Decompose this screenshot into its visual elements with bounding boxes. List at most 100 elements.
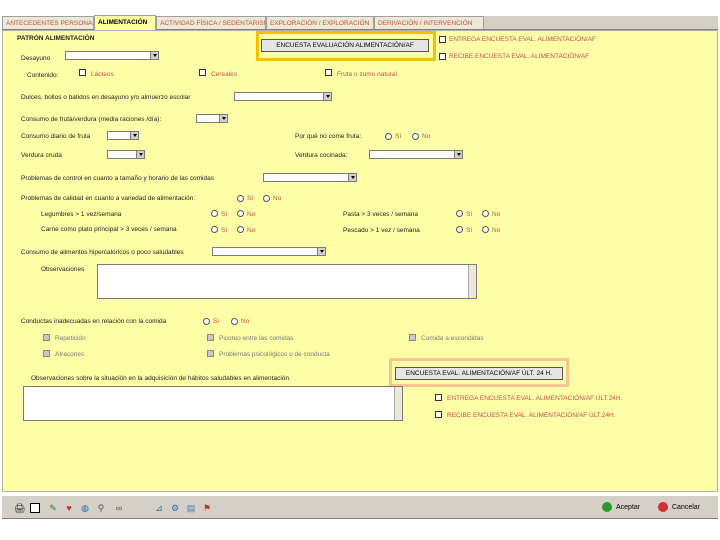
carne-si-label: Sí bbox=[221, 227, 228, 234]
desayuno-label: Desayuno bbox=[21, 55, 51, 62]
dulces-select[interactable] bbox=[234, 92, 332, 101]
tools-icon[interactable]: ⚙ bbox=[170, 503, 180, 513]
heart-icon[interactable]: ♥ bbox=[64, 503, 74, 513]
conductas-si-label: Sí bbox=[213, 318, 220, 325]
accept-label: Aceptar bbox=[616, 504, 641, 511]
pescado-no-label: No bbox=[492, 227, 501, 234]
lacteos-checkbox[interactable] bbox=[79, 69, 86, 76]
repeticion-checkbox[interactable] bbox=[43, 334, 50, 341]
verdura-cocinada-select[interactable] bbox=[369, 150, 463, 159]
chart-icon[interactable]: ⊿ bbox=[154, 503, 164, 513]
picoteo-label: Picoteo entre las comidas bbox=[219, 335, 294, 342]
tab-alimentacion[interactable]: ALIMENTACIÓN bbox=[94, 15, 156, 30]
bottom-toolbar: 🖨 ✎ ♥ ◍ ⚲ ∞ ⊿ ⚙ ▤ ⚑ Aceptar Cancelar bbox=[2, 495, 718, 519]
obs-situacion-label: Observaciones sobre la situación en la a… bbox=[31, 375, 289, 382]
pasta-no-radio[interactable] bbox=[482, 210, 489, 217]
problemas-psico-checkbox[interactable] bbox=[207, 350, 214, 357]
fruta-checkbox[interactable] bbox=[325, 69, 332, 76]
pencil-icon[interactable]: ✎ bbox=[48, 503, 58, 513]
tab-exploracion[interactable]: EXPLORACIÓN / EXPLORACIÓN bbox=[266, 16, 374, 29]
desayuno-select[interactable] bbox=[65, 51, 159, 60]
chevron-down-icon bbox=[454, 151, 462, 158]
fruta-label: Fruta o zumo natural bbox=[337, 71, 397, 78]
scrollbar[interactable] bbox=[468, 265, 476, 298]
entrega24-checkbox[interactable] bbox=[435, 394, 442, 401]
legumbres-no-label: No bbox=[247, 211, 256, 218]
tab-derivacion[interactable]: DERIVACIÓN / INTERVENCIÓN bbox=[374, 16, 484, 29]
encuesta-button[interactable]: ENCUESTA EVALUACIÓN ALIMENTACIÓN/AF bbox=[261, 39, 429, 52]
problemas-psico-label: Problemas psicológicos o de conducta bbox=[219, 351, 330, 358]
check-icon bbox=[602, 502, 612, 513]
calidad-no-radio[interactable] bbox=[263, 195, 270, 202]
encuesta-24h-button[interactable]: ENCUESTA EVAL. ALIMENTACIÓN/AF ÚLT. 24 H… bbox=[395, 367, 563, 380]
tab-antecedentes[interactable]: ANTECEDENTES PERSONALES bbox=[2, 16, 94, 29]
pescado-no-radio[interactable] bbox=[482, 226, 489, 233]
problemas-control-label: Problemas de control en cuanto a tamaño … bbox=[21, 175, 214, 182]
carne-label: Carne como plato principal > 3 veces / s… bbox=[41, 226, 177, 233]
carne-no-radio[interactable] bbox=[237, 226, 244, 233]
pescado-label: Pescado > 1 vez / semana bbox=[343, 227, 420, 234]
obs-situacion-textarea[interactable] bbox=[23, 386, 403, 421]
recibe-checkbox[interactable] bbox=[439, 53, 446, 60]
conductas-label: Conductas inadecuadas en relación con la… bbox=[21, 318, 167, 325]
file-icon[interactable]: ▤ bbox=[186, 503, 196, 513]
entrega24-label: ENTREGA ENCUESTA EVAL. ALIMENTACIÓN/AF Ú… bbox=[447, 395, 623, 402]
diario-fruta-select[interactable] bbox=[107, 131, 139, 140]
scrollbar[interactable] bbox=[394, 387, 402, 420]
globe-icon[interactable]: ◍ bbox=[80, 503, 90, 513]
comida-escondidas-checkbox[interactable] bbox=[409, 334, 416, 341]
observaciones-label: Observaciones bbox=[41, 266, 85, 273]
pasta-no-label: No bbox=[492, 211, 501, 218]
link-icon[interactable]: ∞ bbox=[114, 503, 124, 513]
consumo-fruta-label: Consumo de fruta/verdura (media raciones… bbox=[21, 116, 162, 123]
legumbres-no-radio[interactable] bbox=[237, 210, 244, 217]
calidad-si-radio[interactable] bbox=[237, 195, 244, 202]
recibe-label: RECIBE ENCUESTA EVAL. ALIMENTACIÓN/AF bbox=[449, 53, 590, 60]
pasta-si-radio[interactable] bbox=[456, 210, 463, 217]
chevron-down-icon bbox=[130, 132, 138, 139]
conductas-si-radio[interactable] bbox=[203, 318, 210, 325]
conductas-no-radio[interactable] bbox=[231, 318, 238, 325]
cereales-checkbox[interactable] bbox=[199, 69, 206, 76]
pescado-si-radio[interactable] bbox=[456, 226, 463, 233]
verdura-cruda-select[interactable] bbox=[107, 150, 145, 159]
accept-button[interactable]: Aceptar bbox=[602, 502, 640, 514]
atracones-label: Atracones bbox=[55, 351, 85, 358]
flag-icon[interactable]: ⚑ bbox=[202, 503, 212, 513]
pescado-si-label: Sí bbox=[466, 227, 473, 234]
recibe24-label: RECIBE ENCUESTA EVAL. ALIMENTACIÓN/AF ÚL… bbox=[447, 412, 616, 419]
porque-fruta-label: Por qué no come fruta: bbox=[295, 133, 362, 140]
hipercaloricos-label: Consumo de alimentos hipercalóricos o po… bbox=[21, 249, 184, 256]
hipercaloricos-select[interactable] bbox=[212, 247, 326, 256]
verdura-cruda-label: Verdura cruda bbox=[21, 152, 62, 159]
recibe24-checkbox[interactable] bbox=[435, 411, 442, 418]
document-icon[interactable] bbox=[30, 503, 40, 513]
chevron-down-icon bbox=[136, 151, 144, 158]
chevron-down-icon bbox=[348, 174, 356, 181]
printer-icon[interactable]: 🖨 bbox=[14, 503, 25, 513]
porque-si-radio[interactable] bbox=[385, 133, 392, 140]
cancel-label: Cancelar bbox=[672, 504, 701, 511]
dulces-label: Dulces, bollos o batidos en desayuno y/o… bbox=[21, 94, 191, 101]
tab-actividad-fisica[interactable]: ACTIVIDAD FÍSICA / SEDENTARISMO bbox=[156, 16, 266, 29]
atracones-checkbox[interactable] bbox=[43, 350, 50, 357]
consumo-fruta-select[interactable] bbox=[196, 114, 228, 123]
picoteo-checkbox[interactable] bbox=[207, 334, 214, 341]
magnifier-icon[interactable]: ⚲ bbox=[96, 503, 106, 513]
carne-si-radio[interactable] bbox=[211, 226, 218, 233]
conductas-no-label: No bbox=[241, 318, 250, 325]
pasta-label: Pasta > 3 veces / semana bbox=[343, 211, 418, 218]
chevron-down-icon bbox=[323, 93, 331, 100]
problemas-control-select[interactable] bbox=[263, 173, 357, 182]
entrega-label: ENTREGA ENCUESTA EVAL. ALIMENTACIÓN/AF bbox=[449, 36, 597, 43]
cancel-button[interactable]: Cancelar bbox=[658, 502, 700, 514]
lacteos-label: Lácteos bbox=[91, 71, 114, 78]
chevron-down-icon bbox=[150, 52, 158, 59]
porque-no-radio[interactable] bbox=[412, 133, 419, 140]
tab-bar: ANTECEDENTES PERSONALES ALIMENTACIÓN ACT… bbox=[2, 15, 718, 30]
entrega-checkbox[interactable] bbox=[439, 36, 446, 43]
alimentacion-panel: PATRÓN ALIMENTACIÓN ENCUESTA EVALUACIÓN … bbox=[2, 30, 718, 492]
close-icon bbox=[658, 502, 668, 513]
observaciones-textarea[interactable] bbox=[97, 264, 477, 299]
legumbres-si-radio[interactable] bbox=[211, 210, 218, 217]
